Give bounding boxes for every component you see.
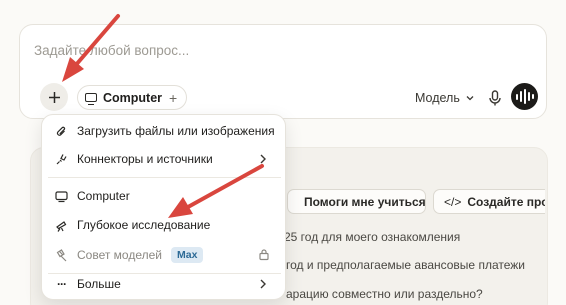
suggestion-chip-learn[interactable]: Помоги мне учиться xyxy=(287,189,426,214)
model-label: Модель xyxy=(415,91,460,105)
menu-divider xyxy=(48,177,281,178)
menu-item-computer[interactable]: Computer xyxy=(47,183,282,209)
telescope-icon xyxy=(55,219,68,232)
menu-item-deep-research[interactable]: Глубокое исследование xyxy=(47,212,282,238)
suggestion-chip-label: Создайте прото xyxy=(467,194,545,209)
add-attachment-button[interactable] xyxy=(40,83,68,111)
menu-item-upload-files[interactable]: Загрузить файлы или изображения xyxy=(47,118,282,144)
prompt-input[interactable] xyxy=(34,40,514,60)
plus-icon: + xyxy=(169,89,178,106)
microphone-icon[interactable] xyxy=(486,88,504,108)
chevron-down-icon xyxy=(466,96,474,101)
paperclip-icon xyxy=(55,125,68,138)
menu-item-label: Computer xyxy=(77,189,130,203)
suggestion-line[interactable]: арацию совместно или раздельно? xyxy=(286,287,483,301)
suggestion-line[interactable]: год и предполагаемые авансовые платежи xyxy=(286,258,525,272)
voice-mode-button[interactable] xyxy=(511,83,538,110)
menu-item-label: Глубокое исследование xyxy=(77,218,211,232)
chevron-right-icon xyxy=(260,279,266,289)
plug-icon xyxy=(55,153,68,166)
menu-item-label: Загрузить файлы или изображения xyxy=(77,124,275,138)
chevron-right-icon xyxy=(260,154,266,164)
code-icon: </> xyxy=(444,194,462,209)
attachment-menu: Загрузить файлы или изображения Коннекто… xyxy=(41,114,286,300)
menu-item-label: Совет моделей xyxy=(77,248,163,262)
menu-item-connectors[interactable]: Коннекторы и источники xyxy=(47,146,282,172)
prompt-composer: Computer + Модель xyxy=(19,24,547,119)
model-selector[interactable]: Модель xyxy=(415,88,475,108)
suggestion-chip-prototype[interactable]: </> Создайте прото xyxy=(433,189,545,214)
gavel-icon xyxy=(55,248,68,262)
lock-icon xyxy=(259,249,269,261)
suggestion-chip-label: Помоги мне учиться xyxy=(304,194,426,209)
menu-item-label: Больше xyxy=(77,277,121,291)
suggestion-line[interactable]: 25 год для моего ознакомления xyxy=(284,230,460,244)
menu-item-label: Коннекторы и источники xyxy=(77,152,213,166)
menu-item-model-council[interactable]: Совет моделей Max xyxy=(47,242,282,268)
plus-icon xyxy=(48,91,60,103)
computer-mode-chip[interactable]: Computer + xyxy=(77,85,188,110)
more-icon: ··· xyxy=(57,277,67,291)
menu-item-more[interactable]: ··· Больше xyxy=(47,271,282,297)
computer-chip-label: Computer xyxy=(103,90,163,105)
max-badge: Max xyxy=(171,247,204,263)
monitor-icon xyxy=(55,190,68,203)
monitor-icon xyxy=(85,93,97,105)
